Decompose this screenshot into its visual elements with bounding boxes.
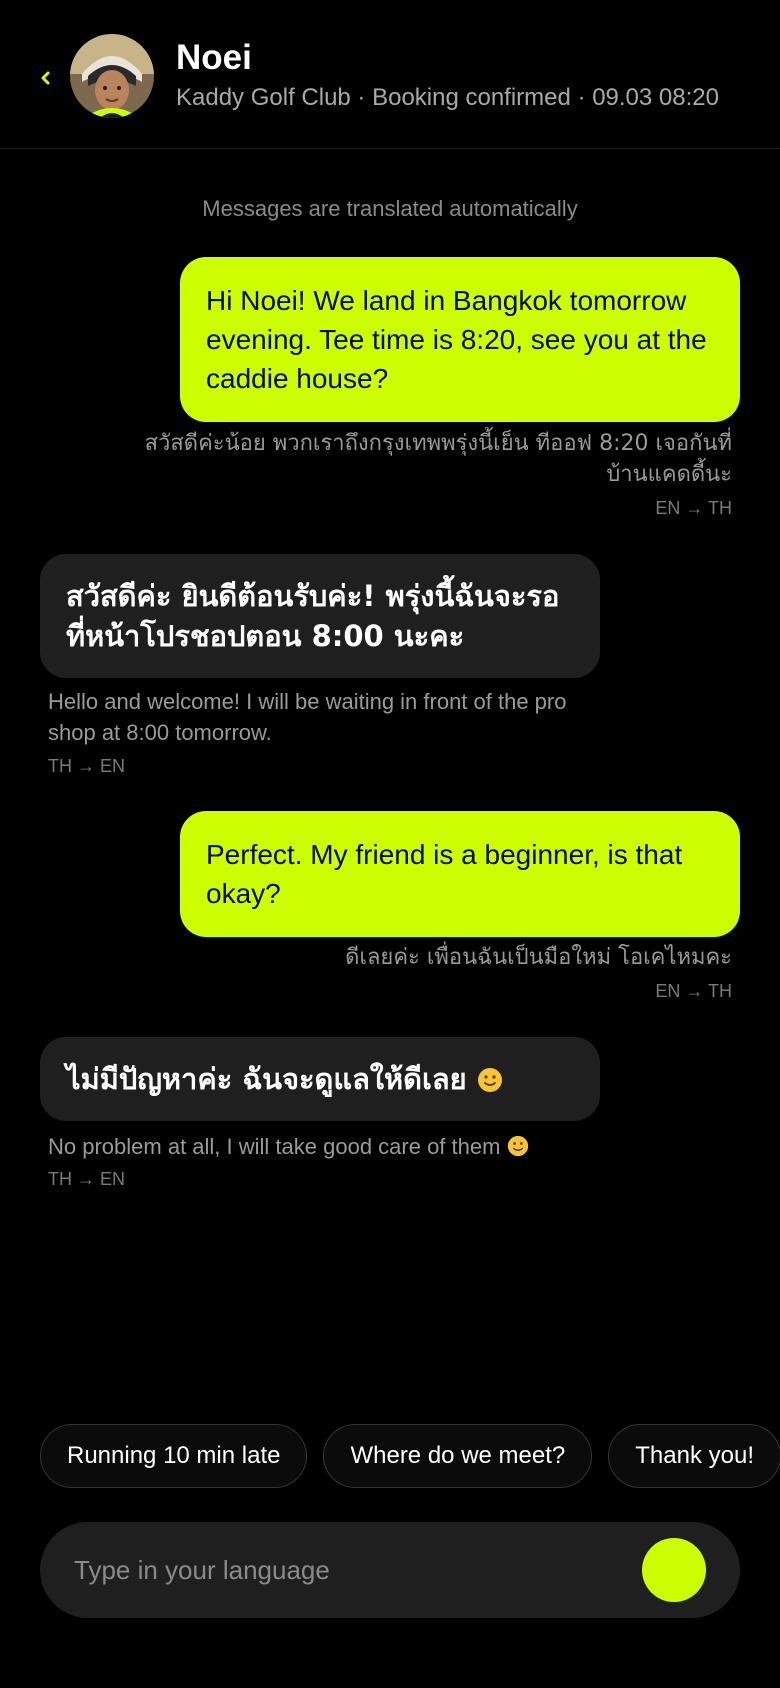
translation-text: No problem at all, I will take good care… bbox=[48, 1134, 501, 1159]
message-translation: No problem at all, I will take good care… bbox=[48, 1131, 588, 1162]
chat-header: Noei Kaddy Golf Club · Booking confirmed… bbox=[0, 0, 780, 149]
quick-reply-thank-you[interactable]: Thank you! bbox=[608, 1424, 780, 1488]
chevron-left-icon bbox=[41, 71, 50, 85]
translation-direction: TH → EN bbox=[48, 756, 126, 776]
message-translation: Hello and welcome! I will be waiting in … bbox=[48, 689, 567, 745]
message-composer bbox=[40, 1522, 740, 1618]
translation-direction: TH → EN bbox=[48, 1169, 126, 1189]
avatar[interactable] bbox=[70, 34, 154, 118]
translation-direction: EN → TH bbox=[655, 981, 732, 1001]
outgoing-message[interactable]: Perfect. My friend is a beginner, is tha… bbox=[180, 811, 740, 937]
booking-status: Kaddy Golf Club · Booking confirmed · 09… bbox=[176, 84, 719, 111]
incoming-message[interactable]: สวัสดีค่ะ ยินดีต้อนรับค่ะ! พรุ่งนี้ฉันจะ… bbox=[40, 554, 600, 678]
quick-reply-running-late[interactable]: Running 10 min late bbox=[40, 1424, 308, 1488]
message-input[interactable] bbox=[74, 1550, 634, 1590]
back-button[interactable] bbox=[34, 62, 58, 94]
message-text: ไม่มีปัญหาค่ะ ฉันจะดูแลให้ดีเลย bbox=[66, 1062, 467, 1096]
incoming-message[interactable]: ไม่มีปัญหาค่ะ ฉันจะดูแลให้ดีเลย bbox=[40, 1037, 600, 1121]
slightly-smiling-face-icon bbox=[507, 1135, 528, 1157]
slightly-smiling-face-icon bbox=[477, 1068, 502, 1092]
quick-reply-where-meet[interactable]: Where do we meet? bbox=[323, 1424, 593, 1488]
message-translation: สวัสดีค่ะน้อย พวกเราถึงกรุงเทพพรุ่งนี้เย… bbox=[144, 431, 732, 487]
translation-notice: Messages are translated automatically bbox=[202, 196, 578, 221]
message-translation: ดีเลยค่ะ เพื่อนฉันเป็นมือใหม่ โอเคไหมคะ bbox=[345, 945, 732, 970]
send-button[interactable] bbox=[642, 1538, 706, 1602]
quick-replies: Running 10 min late Where do we meet? Th… bbox=[40, 1424, 780, 1488]
contact-name: Noei bbox=[176, 38, 252, 77]
outgoing-message[interactable]: Hi Noei! We land in Bangkok tomorrow eve… bbox=[180, 257, 740, 422]
translation-direction: EN → TH bbox=[655, 498, 732, 518]
